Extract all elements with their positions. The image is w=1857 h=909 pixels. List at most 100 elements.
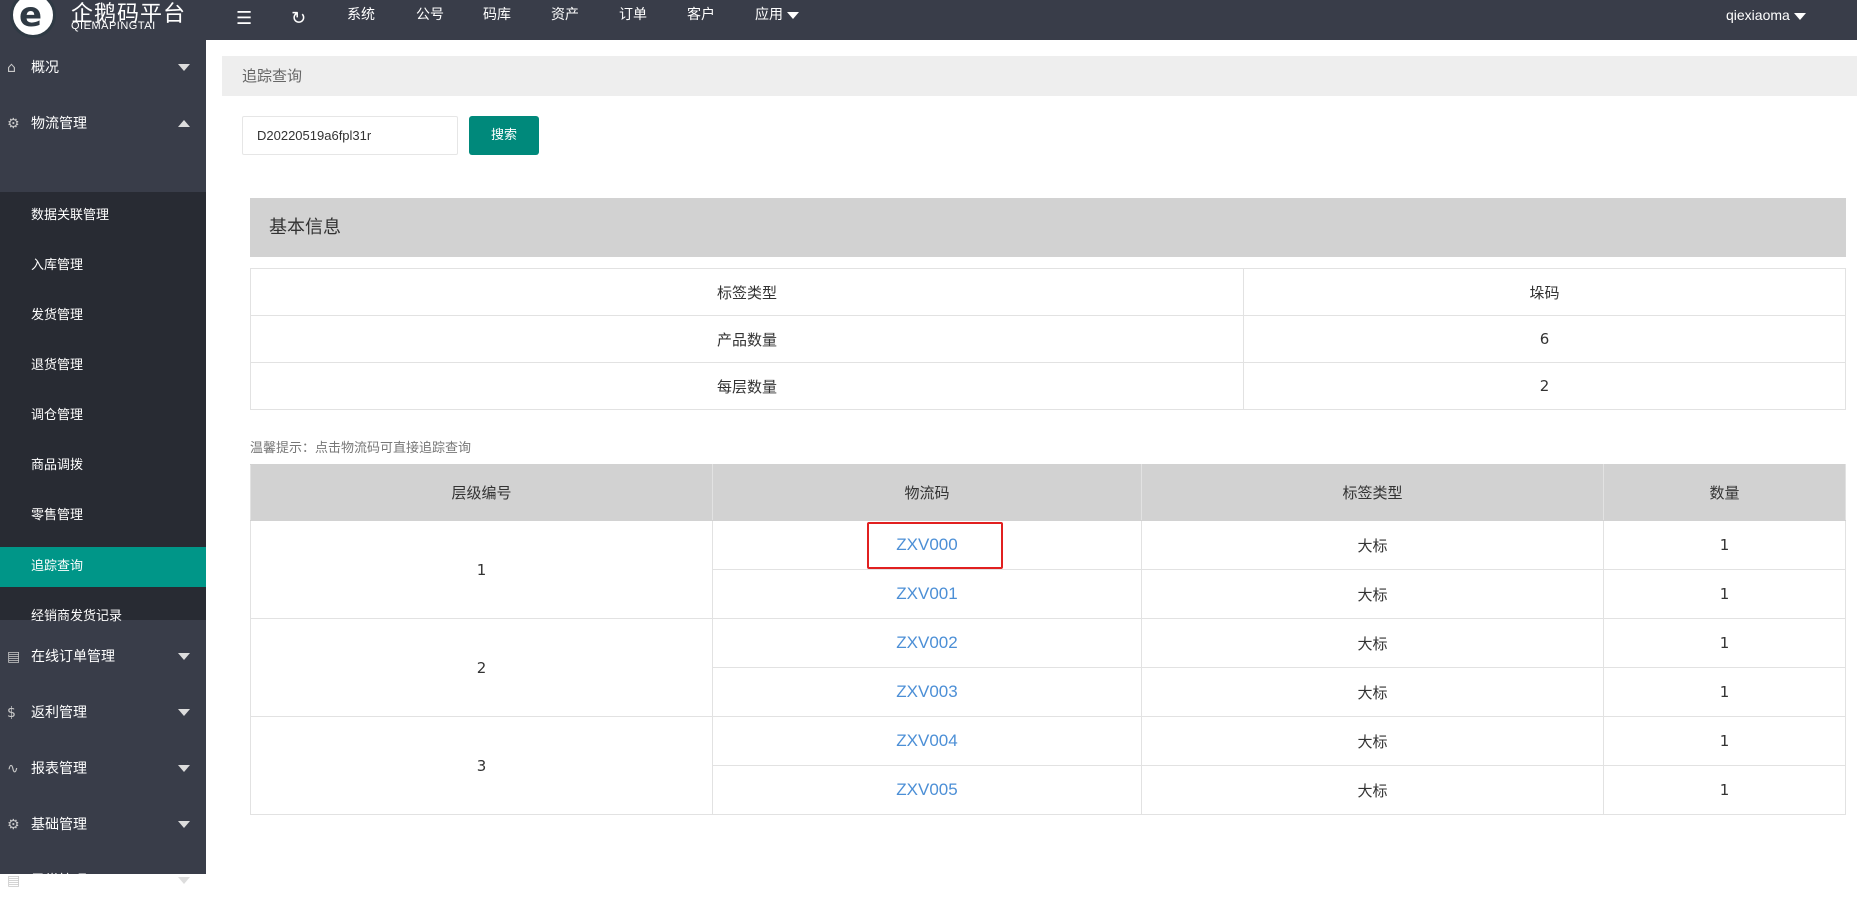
sidebar-group-label: 在线订单管理 [31,649,115,665]
basic-info-title: 基本信息 [250,198,1846,257]
qty-cell: 1 [1603,667,1846,717]
dollar-icon: $ [7,705,16,721]
sidebar-group-online-orders[interactable]: ▤ 在线订单管理 [0,629,206,685]
nav-code-library[interactable]: 码库 [483,0,511,40]
sidebar-item-data-association[interactable]: 数据关联管理 [0,196,206,236]
search-input[interactable]: D20220519a6fpl31r [242,116,458,155]
table-row: 产品数量 6 [250,315,1846,363]
column-header: 标签类型 [1141,464,1604,521]
table-row: 2 ZXV002 大标 1 [250,618,1846,717]
level-cell: 1 [250,520,713,619]
code-cell: ZXV005 [712,765,1142,815]
logistics-code-link[interactable]: ZXV001 [896,584,957,603]
type-cell: 大标 [1141,667,1604,717]
sidebar-item-shipping[interactable]: 发货管理 [0,296,206,336]
nav-apps-label: 应用 [755,7,783,23]
sidebar-item-inbound[interactable]: 入库管理 [0,246,206,286]
table-row: 3 ZXV004 大标 1 [250,716,1846,815]
table-row: 1 ZXV000 大标 1 [250,520,1846,619]
sidebar-group-basic[interactable]: ⚙ 基础管理 [0,797,206,853]
sidebar-group-reports[interactable]: ∿ 报表管理 [0,741,206,797]
info-value: 6 [1243,315,1846,363]
document-icon: ▤ [7,873,21,889]
chevron-down-icon [178,64,190,71]
trace-table: 层级编号 物流码 标签类型 数量 1 ZXV000 大标 1 ZXV001 大标… [250,464,1846,815]
table-header-row: 层级编号 物流码 标签类型 数量 [250,464,1846,521]
type-cell: 大标 [1141,520,1604,570]
qty-cell: 1 [1603,765,1846,815]
gear-icon: ⚙ [7,116,20,132]
qty-cell: 1 [1603,569,1846,619]
refresh-icon[interactable]: ↻ [291,8,306,29]
info-value: 2 [1243,362,1846,410]
column-header: 数量 [1603,464,1846,521]
column-header: 物流码 [712,464,1142,521]
sidebar-item-goods-allocation[interactable]: 商品调拨 [0,446,206,486]
chevron-down-icon [178,877,190,884]
level-cell: 2 [250,618,713,717]
nav-orders[interactable]: 订单 [619,0,647,40]
hint-text: 温馨提示：点击物流码可直接追踪查询 [250,441,472,456]
home-icon: ⌂ [7,60,16,76]
nav-customers[interactable]: 客户 [687,0,715,40]
sidebar-group-label: 物流管理 [31,116,87,132]
table-row: 每层数量 2 [250,362,1846,410]
level-cell: 3 [250,716,713,815]
sidebar-group-label: 基础管理 [31,817,87,833]
qty-cell: 1 [1603,618,1846,668]
qty-cell: 1 [1603,520,1846,570]
logistics-code-link[interactable]: ZXV003 [896,682,957,701]
chevron-down-icon [1793,12,1806,20]
menu-toggle-icon[interactable]: ☰ [236,8,252,29]
user-name: qiexiaoma [1726,7,1790,23]
column-header: 层级编号 [250,464,713,521]
chevron-down-icon [178,653,190,660]
sidebar-group-label: 报表管理 [31,761,87,777]
info-label: 标签类型 [250,268,1244,316]
logistics-code-link[interactable]: ZXV005 [896,780,957,799]
sidebar-group-exceptions[interactable]: ▤ 异常管理 [0,853,206,909]
top-bar: e 企鹅码平台 QIEMAPINGTAI ☰ ↻ 系统 公号 码库 资产 订单 … [0,0,1857,40]
logo[interactable]: e 企鹅码平台 QIEMAPINGTAI [0,0,206,40]
sidebar-item-returns[interactable]: 退货管理 [0,346,206,386]
nav-assets[interactable]: 资产 [551,0,579,40]
sidebar-group-label: 返利管理 [31,705,87,721]
gear-icon: ⚙ [7,817,20,833]
nav-public-account[interactable]: 公号 [416,0,444,40]
nav-system[interactable]: 系统 [347,0,375,40]
sidebar-group-rebates[interactable]: $ 返利管理 [0,685,206,741]
code-cell: ZXV002 [712,618,1142,668]
chevron-down-icon [178,709,190,716]
sidebar-group-label: 概况 [31,60,59,76]
info-label: 产品数量 [250,315,1244,363]
code-cell: ZXV003 [712,667,1142,717]
sidebar-submenu: 数据关联管理 入库管理 发货管理 退货管理 调仓管理 商品调拨 零售管理 追踪查… [0,192,206,624]
search-button[interactable]: 搜索 [469,116,539,155]
type-cell: 大标 [1141,765,1604,815]
type-cell: 大标 [1141,716,1604,766]
info-label: 每层数量 [250,362,1244,410]
sidebar-item-trace-query[interactable]: 追踪查询 [0,547,206,587]
logo-icon: e [10,0,56,38]
chevron-down-icon [178,821,190,828]
table-row: 标签类型 垛码 [250,268,1846,316]
sidebar-item-warehouse-transfer[interactable]: 调仓管理 [0,396,206,436]
type-cell: 大标 [1141,618,1604,668]
chevron-down-icon [178,765,190,772]
user-menu[interactable]: qiexiaoma [1726,0,1806,40]
nav-apps[interactable]: 应用 [755,0,799,40]
qty-cell: 1 [1603,716,1846,766]
highlight-box [867,522,1003,569]
sidebar-group-label: 异常管理 [31,873,87,889]
sidebar-group-logistics[interactable]: ⚙ 物流管理 [0,96,206,152]
type-cell: 大标 [1141,569,1604,619]
logistics-code-link[interactable]: ZXV004 [896,731,957,750]
basic-info-table: 标签类型 垛码 产品数量 6 每层数量 2 [250,268,1846,410]
logo-subtitle: QIEMAPINGTAI [71,20,156,32]
breadcrumb: 追踪查询 [222,56,1857,96]
code-cell: ZXV004 [712,716,1142,766]
logistics-code-link[interactable]: ZXV002 [896,633,957,652]
sidebar-item-retail[interactable]: 零售管理 [0,496,206,536]
sidebar-group-overview[interactable]: ⌂ 概况 [0,40,206,96]
chevron-up-icon [178,120,190,127]
